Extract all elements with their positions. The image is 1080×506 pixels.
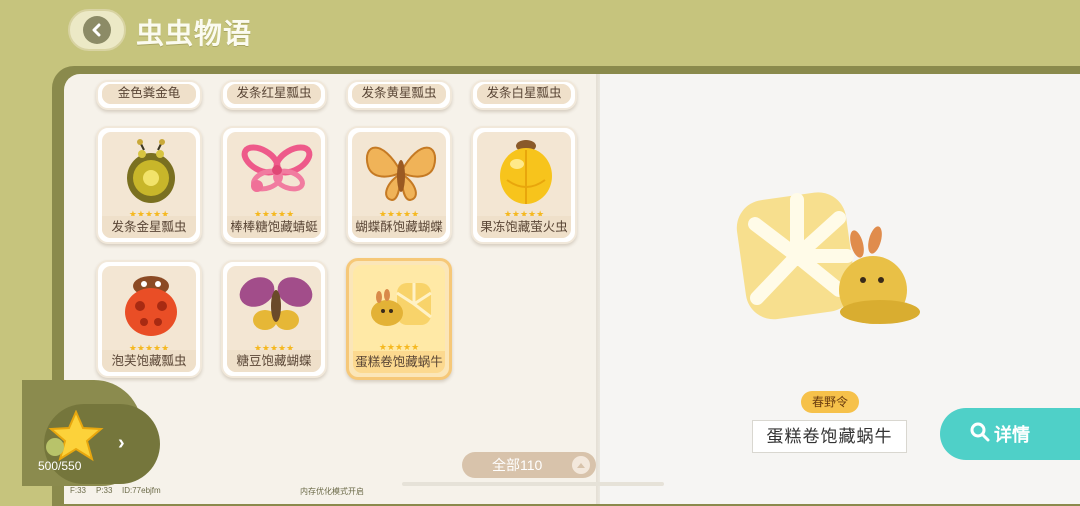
card-name: 发条金星瓢虫 <box>102 216 196 238</box>
candy-butterfly-icon <box>227 266 321 342</box>
pastry-butterfly-icon <box>352 132 446 208</box>
chevron-right-icon[interactable]: › <box>118 432 125 455</box>
season-tag: 春野令 <box>801 391 859 413</box>
ping-text: P:33 <box>96 486 113 495</box>
search-icon <box>970 422 990 447</box>
card-name: 糖豆饱藏蝴蝶 <box>227 350 321 372</box>
page-title: 虫虫物语 <box>136 18 253 49</box>
filter-dropdown[interactable]: 全部110 <box>462 452 596 478</box>
memory-mode-text: 内存优化模式开启 <box>300 487 364 496</box>
scrollbar[interactable] <box>402 482 664 486</box>
user-id: ID:77ebjfm <box>122 486 161 495</box>
chevron-up-icon <box>572 456 590 474</box>
filter-label: 全部110 <box>492 457 543 473</box>
insect-card[interactable]: ★★★★★ 果冻饱藏萤火虫 <box>471 126 577 244</box>
card-name: 棒棒糖饱藏蜻蜓 <box>227 216 321 238</box>
card-name: 金色粪金龟 <box>102 84 196 104</box>
insect-card[interactable]: ★★★★★ 发条金星瓢虫 <box>96 126 202 244</box>
insect-card[interactable]: ★★★★★ 棒棒糖饱藏蜻蜓 <box>221 126 327 244</box>
top-bar: 虫虫物语 <box>0 0 1080 66</box>
cake-snail-preview-icon <box>735 180 925 335</box>
jelly-firefly-icon <box>477 132 571 208</box>
insect-card-selected[interactable]: ★★★★★ 蛋糕卷饱藏蜗牛 <box>346 258 452 380</box>
fps-text: F:33 <box>70 486 87 495</box>
card-name: 果冻饱藏萤火虫 <box>477 216 571 238</box>
lollipop-dragonfly-icon <box>227 132 321 208</box>
back-arrow-icon <box>83 16 111 44</box>
puff-ladybug-icon <box>102 266 196 342</box>
back-button[interactable] <box>68 9 126 51</box>
details-label: 详情 <box>994 425 1030 445</box>
card-name: 发条白星瓢虫 <box>477 84 571 104</box>
insect-card[interactable]: ★★★★★ 糖豆饱藏蝴蝶 <box>221 260 327 378</box>
card-name: 蛋糕卷饱藏蜗牛 <box>353 351 445 373</box>
details-button[interactable]: 详情 <box>940 408 1080 460</box>
insect-card[interactable]: 金色粪金龟 <box>96 80 202 110</box>
insect-card[interactable]: ★★★★★ 泡芙饱藏瓢虫 <box>96 260 202 378</box>
insect-card[interactable]: 发条黄星瓢虫 <box>346 80 452 110</box>
cake-snail-icon <box>353 265 445 341</box>
insect-card[interactable]: 发条红星瓢虫 <box>221 80 327 110</box>
insect-card[interactable]: 发条白星瓢虫 <box>471 80 577 110</box>
insect-card[interactable]: ★★★★★ 蝴蝶酥饱藏蝴蝶 <box>346 126 452 244</box>
card-name: 蝴蝶酥饱藏蝴蝶 <box>352 216 446 238</box>
collection-count: 500/550 <box>38 459 82 473</box>
item-name-label: 蛋糕卷饱藏蜗牛 <box>752 420 907 453</box>
card-name: 发条红星瓢虫 <box>227 84 321 104</box>
card-name: 泡芙饱藏瓢虫 <box>102 350 196 372</box>
card-name: 发条黄星瓢虫 <box>352 84 446 104</box>
butterfly-badge-icon <box>46 438 64 456</box>
golden-ladybug-icon <box>102 132 196 208</box>
